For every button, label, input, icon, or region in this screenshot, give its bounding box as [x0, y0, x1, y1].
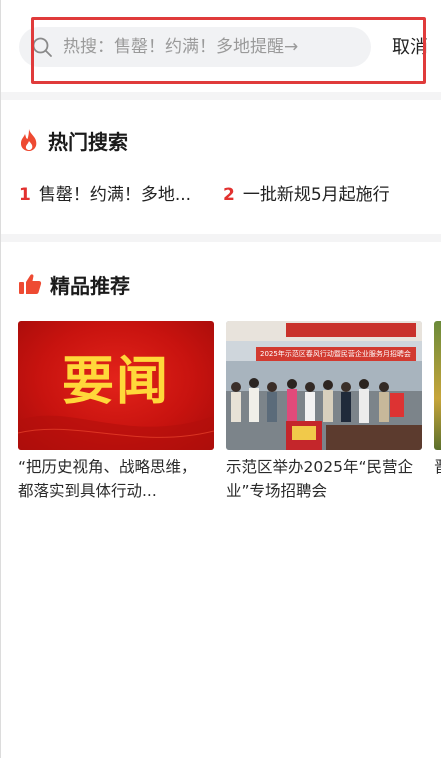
- rank-number: 1: [19, 185, 31, 205]
- search-box[interactable]: [19, 27, 371, 67]
- search-icon: [32, 37, 52, 57]
- recommend-card[interactable]: 要闻 “把历史视角、战略思维，都落实到具体行动...: [18, 321, 214, 503]
- card-title: “把历史视角、战略思维，都落实到具体行动...: [18, 458, 197, 500]
- recommend-card[interactable]: 2025年示范区春风行动暨民营企业服务月招聘会 示范区举办2025年“民营企业”…: [226, 321, 422, 503]
- hot-search-item[interactable]: 2 一批新规5月起施行: [223, 180, 390, 206]
- search-header: 取消: [0, 0, 441, 92]
- search-input[interactable]: [61, 27, 363, 67]
- thumbs-up-icon: [19, 274, 42, 294]
- section-title: 精品推荐: [50, 273, 130, 298]
- fire-icon: [20, 129, 37, 151]
- photo-banner-text: 2025年示范区春风行动暨民营企业服务月招聘会: [260, 350, 411, 358]
- card-image-news: 要闻: [18, 321, 214, 450]
- hot-search-text: 一批新规5月起施行: [242, 185, 390, 205]
- card-title: 示范区举办2025年“民营企业”专场招聘会: [226, 458, 413, 500]
- card-image-partial: [434, 321, 441, 450]
- search-page: 取消 热门搜索 1 售罄！约满！多地... 2 一批新规5月起施行 精品推荐: [0, 0, 441, 758]
- card-title: 晋昌: [434, 455, 441, 479]
- screen-edge: [0, 0, 1, 758]
- hot-search-item[interactable]: 1 售罄！约满！多地...: [19, 180, 191, 206]
- hot-search-header: 热门搜索: [18, 125, 128, 155]
- recommend-header: 精品推荐: [18, 269, 130, 299]
- section-divider: [0, 234, 441, 242]
- rank-number: 2: [223, 185, 235, 205]
- section-divider: [0, 92, 441, 100]
- section-title: 热门搜索: [48, 129, 128, 154]
- news-caption: 要闻: [61, 351, 170, 412]
- recommend-card[interactable]: 晋昌: [434, 321, 441, 479]
- hot-search-text: 售罄！约满！多地...: [38, 185, 192, 205]
- cancel-button[interactable]: 取消: [392, 33, 428, 59]
- card-image-photo: 2025年示范区春风行动暨民营企业服务月招聘会: [226, 321, 422, 450]
- job-fair-photo: [226, 321, 422, 450]
